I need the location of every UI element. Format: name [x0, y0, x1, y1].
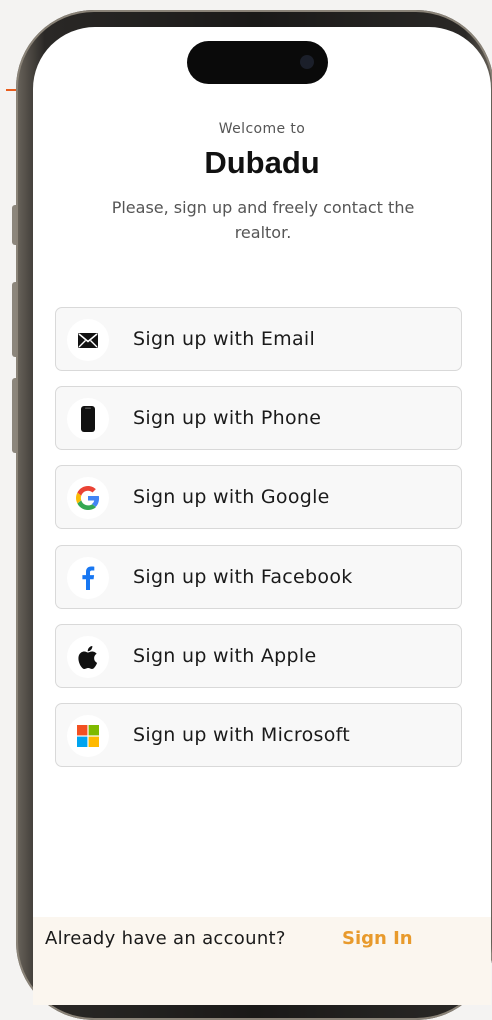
already-account-text: Already have an account? [45, 928, 286, 949]
apple-icon [67, 636, 109, 678]
signin-link[interactable]: Sign In [342, 928, 413, 949]
phone-icon [67, 398, 109, 440]
signup-google-button[interactable]: Sign up with Google [55, 465, 462, 529]
signup-phone-button[interactable]: Sign up with Phone [55, 386, 462, 450]
signup-apple-button[interactable]: Sign up with Apple [55, 624, 462, 688]
camera-icon [300, 55, 314, 69]
signup-facebook-button[interactable]: Sign up with Facebook [55, 545, 462, 609]
microsoft-icon [67, 715, 109, 757]
facebook-icon [67, 557, 109, 599]
signup-google-label: Sign up with Google [133, 486, 330, 508]
signup-facebook-label: Sign up with Facebook [133, 566, 353, 588]
signup-email-button[interactable]: Sign up with Email [55, 307, 462, 371]
google-icon [67, 477, 109, 519]
signup-microsoft-label: Sign up with Microsoft [133, 724, 351, 746]
signup-phone-label: Sign up with Phone [133, 407, 322, 429]
signup-apple-label: Sign up with Apple [133, 645, 317, 667]
app-title: Dubadu [204, 145, 320, 180]
envelope-icon [67, 319, 109, 361]
signup-email-label: Sign up with Email [133, 328, 316, 350]
dynamic-island [187, 41, 328, 84]
subtitle: Please, sign up and freely contact the r… [111, 198, 415, 242]
signup-microsoft-button[interactable]: Sign up with Microsoft [55, 703, 462, 767]
phone-screen: Welcome to Dubadu Please, sign up and fr… [33, 27, 491, 1005]
welcome-text: Welcome to [218, 121, 306, 137]
